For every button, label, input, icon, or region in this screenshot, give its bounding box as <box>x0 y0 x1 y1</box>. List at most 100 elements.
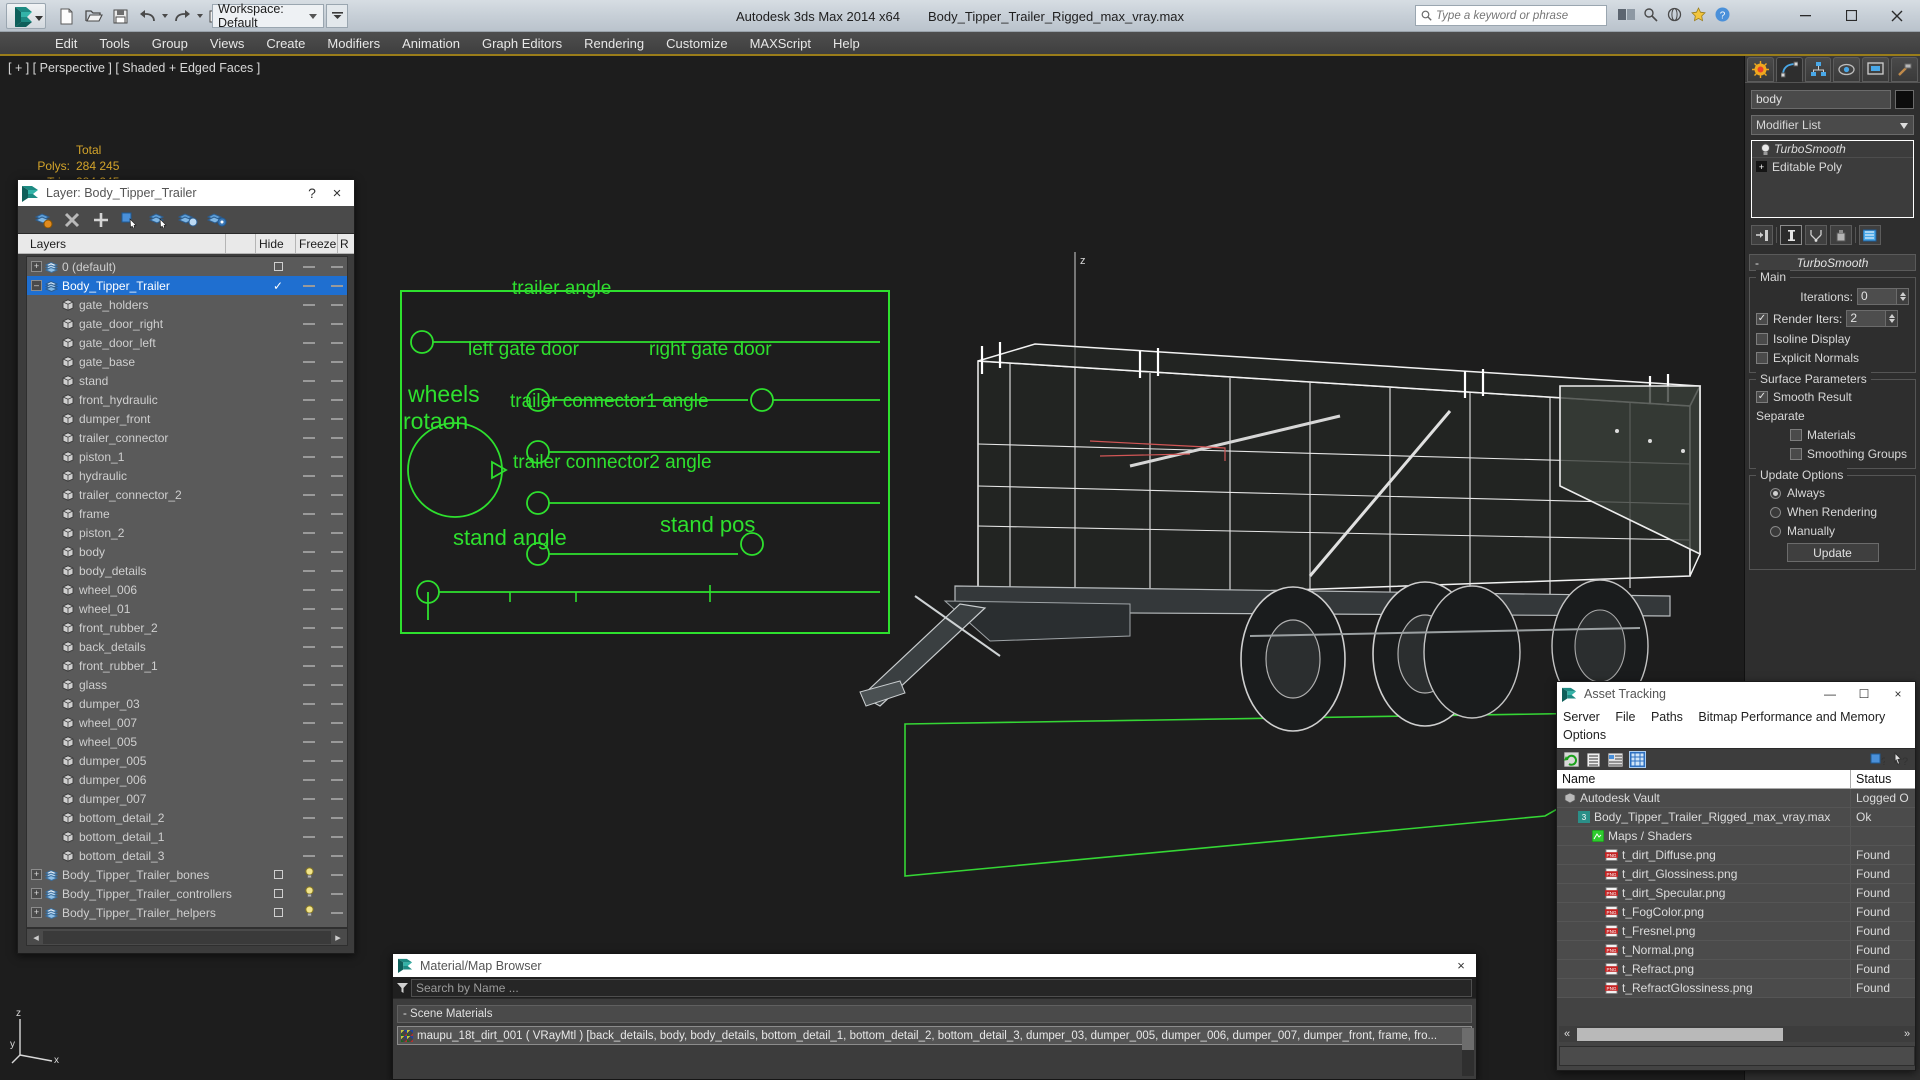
details-view-icon[interactable] <box>1607 751 1624 768</box>
radio-when-rendering-icon[interactable] <box>1770 506 1781 518</box>
layer-row[interactable]: dumper_007 <box>27 789 347 808</box>
context-help-icon[interactable]: ? <box>1892 751 1909 768</box>
layer-row[interactable]: glass <box>27 675 347 694</box>
menu-item-modifiers[interactable]: Modifiers <box>316 33 391 54</box>
layer-row[interactable]: wheel_006 <box>27 580 347 599</box>
favorites-star-icon[interactable] <box>1689 5 1708 24</box>
asset-scroll-thumb[interactable] <box>1577 1027 1783 1041</box>
tab-display[interactable] <box>1862 57 1890 82</box>
exchange-icon[interactable] <box>1641 5 1660 24</box>
layer-hide-toggle[interactable] <box>295 355 323 369</box>
menu-item-graph-editors[interactable]: Graph Editors <box>471 33 573 54</box>
layer-row[interactable]: dumper_03 <box>27 694 347 713</box>
layer-row[interactable]: frame <box>27 504 347 523</box>
material-browser-close-button[interactable]: × <box>1446 958 1476 973</box>
layer-dialog-help-button[interactable]: ? <box>300 185 324 201</box>
layer-row[interactable]: + Body_Tipper_Trailer_bones <box>27 865 347 884</box>
layer-hide-toggle[interactable] <box>295 905 323 920</box>
layer-hide-toggle[interactable] <box>295 659 323 673</box>
layer-hide-toggle[interactable] <box>295 886 323 901</box>
layer-freeze-toggle[interactable] <box>325 735 347 749</box>
smoothing-groups-checkbox[interactable] <box>1790 448 1802 460</box>
asset-row[interactable]: Autodesk Vault Logged O <box>1557 788 1915 808</box>
asset-row[interactable]: PNG t_Refract.png Found <box>1557 959 1915 979</box>
layer-row[interactable]: bottom_detail_3 <box>27 846 347 865</box>
layer-freeze-toggle[interactable] <box>325 298 347 312</box>
layer-row[interactable]: wheel_005 <box>27 732 347 751</box>
layer-hide-toggle[interactable] <box>295 412 323 426</box>
layer-hide-toggle[interactable] <box>295 583 323 597</box>
menu-item-rendering[interactable]: Rendering <box>573 33 655 54</box>
configure-modifier-sets-button[interactable] <box>1859 225 1881 245</box>
rollout-collapse-icon[interactable]: - <box>1755 256 1759 270</box>
layer-freeze-toggle[interactable] <box>325 906 347 920</box>
list-view-icon[interactable] <box>1585 751 1602 768</box>
layer-freeze-toggle[interactable] <box>325 659 347 673</box>
asset-menu-server[interactable]: Server <box>1563 710 1600 724</box>
layer-freeze-toggle[interactable] <box>325 526 347 540</box>
modifier-list-dropdown[interactable]: Modifier List <box>1751 115 1914 135</box>
layer-hide-toggle[interactable] <box>295 260 323 274</box>
layer-freeze-toggle[interactable] <box>325 374 347 388</box>
menu-item-maxscript[interactable]: MAXScript <box>739 33 822 54</box>
help-asset-icon[interactable]: ? <box>1869 751 1886 768</box>
layer-freeze-toggle[interactable] <box>325 621 347 635</box>
layer-freeze-toggle[interactable] <box>325 754 347 768</box>
layer-hide-toggle[interactable] <box>295 317 323 331</box>
column-header-visible[interactable] <box>226 233 256 254</box>
update-button[interactable]: Update <box>1786 543 1879 562</box>
layer-visibility-checkbox[interactable] <box>263 260 293 274</box>
undo-button[interactable] <box>135 4 160 28</box>
save-file-button[interactable] <box>108 4 133 28</box>
smooth-result-checkbox[interactable]: ✓ <box>1756 391 1768 403</box>
layer-row[interactable]: wheel_01 <box>27 599 347 618</box>
rollout-header[interactable]: - TurboSmooth <box>1749 254 1916 271</box>
remove-modifier-button[interactable] <box>1830 225 1852 245</box>
make-unique-button[interactable] <box>1805 225 1827 245</box>
layer-row[interactable]: piston_1 <box>27 447 347 466</box>
tab-utilities[interactable] <box>1891 57 1918 82</box>
asset-horizontal-scrollbar[interactable]: « » <box>1559 1026 1915 1042</box>
new-file-button[interactable] <box>54 4 79 28</box>
layer-freeze-toggle[interactable] <box>325 564 347 578</box>
asset-maximize-button[interactable]: ☐ <box>1847 682 1881 706</box>
layer-expand-toggle[interactable]: + <box>31 261 42 272</box>
column-header-render[interactable]: R <box>338 234 354 254</box>
render-iters-spinner[interactable] <box>1886 310 1899 327</box>
layer-hide-toggle[interactable] <box>295 640 323 654</box>
asset-row[interactable]: PNG t_RefractGlossiness.png Found <box>1557 978 1915 998</box>
material-search-input[interactable]: Search by Name ... <box>411 978 1472 997</box>
asset-row[interactable]: PNG t_dirt_Glossiness.png Found <box>1557 864 1915 884</box>
iterations-spinner[interactable] <box>1897 288 1909 305</box>
layer-freeze-toggle[interactable] <box>325 640 347 654</box>
select-highlighted-layer-icon[interactable] <box>146 208 172 232</box>
layer-hide-toggle[interactable] <box>295 564 323 578</box>
tab-create[interactable] <box>1747 57 1774 82</box>
asset-tracking-window[interactable]: Asset Tracking — ☐ × Server File Paths B… <box>1556 681 1916 1071</box>
layer-row[interactable]: gate_base <box>27 352 347 371</box>
modifier-stack-item-editable-poly[interactable]: + Editable Poly <box>1752 158 1913 175</box>
materials-checkbox[interactable] <box>1790 429 1802 441</box>
layer-freeze-toggle[interactable] <box>325 697 347 711</box>
layer-freeze-toggle[interactable] <box>325 868 347 882</box>
layer-hide-toggle[interactable] <box>295 336 323 350</box>
tab-motion[interactable] <box>1833 57 1861 82</box>
workspace-more-button[interactable] <box>326 4 348 28</box>
layer-freeze-toggle[interactable] <box>325 830 347 844</box>
update-option-when-rendering[interactable]: When Rendering <box>1756 505 1909 519</box>
column-header-freeze[interactable]: Freeze <box>296 233 338 254</box>
asset-scroll-right-icon[interactable]: » <box>1899 1028 1915 1040</box>
redo-button[interactable] <box>170 4 195 28</box>
layer-expand-toggle[interactable]: + <box>31 888 42 899</box>
layer-expand-toggle[interactable]: + <box>31 907 42 918</box>
layer-hide-toggle[interactable] <box>295 678 323 692</box>
layer-freeze-toggle[interactable] <box>325 545 347 559</box>
layer-freeze-toggle[interactable] <box>325 887 347 901</box>
layer-hide-toggle[interactable] <box>295 431 323 445</box>
layer-hide-toggle[interactable] <box>295 507 323 521</box>
asset-scroll-left-icon[interactable]: « <box>1559 1028 1575 1040</box>
layer-row[interactable]: bottom_detail_2 <box>27 808 347 827</box>
app-menu-button[interactable] <box>6 3 46 29</box>
radio-always-icon[interactable] <box>1770 487 1781 499</box>
layer-row[interactable]: stand <box>27 371 347 390</box>
